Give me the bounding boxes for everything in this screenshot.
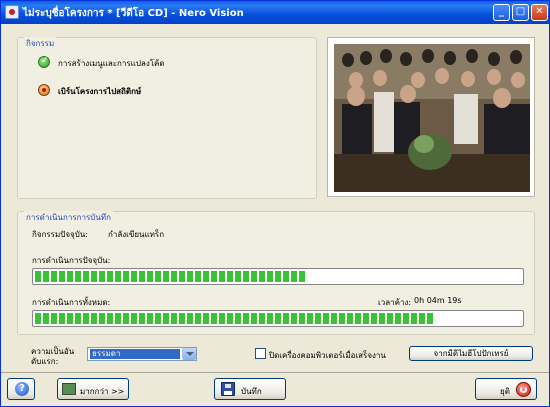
stop-button-label: ยุติ xyxy=(500,387,510,396)
current-progress-label: การดำเนินการปัจจุบัน: xyxy=(32,256,111,265)
record-icon xyxy=(38,84,50,96)
help-button[interactable]: ? xyxy=(7,378,35,400)
save-button-label: บันทึก xyxy=(241,387,262,396)
current-progress-fill xyxy=(35,271,307,282)
recording-group-title: การดำเนินการการบันทึก xyxy=(24,211,113,224)
activity-group-title: กิจกรรม xyxy=(24,37,57,50)
chevron-down-icon[interactable] xyxy=(182,348,196,360)
stop-button[interactable]: ยุติ xyxy=(475,378,537,400)
current-progress-bar xyxy=(32,268,524,285)
more-button-label: มากกว่า >> xyxy=(80,387,125,396)
video-preview-frame xyxy=(327,37,535,197)
priority-label-line1: ความเป็นอัน xyxy=(31,347,75,356)
more-button[interactable]: มากกว่า >> xyxy=(57,378,129,400)
title-bar[interactable]: ไม่ระบุชื่อโครงการ * [วีดีโอ CD] - Nero … xyxy=(1,1,549,24)
priority-label: ความเป็นอัน ดับแรก: xyxy=(31,347,74,367)
time-left-label: เวลาค้าง: xyxy=(378,298,412,307)
nero-app-icon xyxy=(5,5,19,19)
total-progress-label: การดำเนินการทั้งหมด: xyxy=(32,298,111,307)
shutdown-checkbox-label[interactable]: ปิดเครื่องคอมพิวเตอร์เมื่อเสร็จงาน xyxy=(269,349,386,362)
task-label: การสร้างเมนูและการแปลงโค้ด xyxy=(58,59,165,68)
floppy-disk-icon xyxy=(221,382,235,396)
window-title: ไม่ระบุชื่อโครงการ * [วีดีโอ CD] - Nero … xyxy=(23,8,244,19)
save-button[interactable]: บันทึก xyxy=(214,378,286,400)
time-left-value: 0h 04m 19s xyxy=(414,296,462,305)
current-activity-label: กิจกรรมปัจจุบัน: xyxy=(32,230,88,239)
stop-icon xyxy=(516,382,531,397)
priority-label-line2: ดับแรก: xyxy=(31,357,59,366)
nero-vision-window: ไม่ระบุชื่อโครงการ * [วีดีโอ CD] - Nero … xyxy=(0,0,550,407)
minimize-button[interactable]: _ xyxy=(493,4,510,21)
footer-divider xyxy=(1,372,549,373)
recording-progress-group: การดำเนินการการบันทึก กิจกรรมปัจจุบัน: ก… xyxy=(17,211,535,335)
video-preview-image xyxy=(334,44,530,192)
help-icon: ? xyxy=(15,382,29,396)
priority-dropdown-value: ธรรมดา xyxy=(90,349,180,359)
maximize-button[interactable]: □ xyxy=(512,4,529,21)
activity-group: กิจกรรม การสร้างเมนูและการแปลงโค้ด เบิร์… xyxy=(17,37,317,199)
check-icon xyxy=(38,56,50,68)
task-item-menu-encoding: การสร้างเมนูและการแปลงโค้ด xyxy=(38,56,298,70)
task-item-burn-project: เบิร์นโครงการไปสถิติกษ์ xyxy=(38,84,298,98)
eject-disc-button[interactable]: จากมีดิไมฮีโปปักเทรย์ xyxy=(409,346,533,361)
current-activity-value: กำลังเขียนแทร็ก xyxy=(108,230,165,239)
total-progress-fill xyxy=(35,313,434,324)
priority-dropdown[interactable]: ธรรมดา xyxy=(87,347,197,361)
task-label: เบิร์นโครงการไปสถิติกษ์ xyxy=(58,87,142,96)
close-button[interactable]: ✕ xyxy=(531,4,548,21)
total-progress-bar xyxy=(32,310,524,327)
more-options-icon xyxy=(62,383,76,395)
shutdown-checkbox[interactable] xyxy=(255,348,266,359)
